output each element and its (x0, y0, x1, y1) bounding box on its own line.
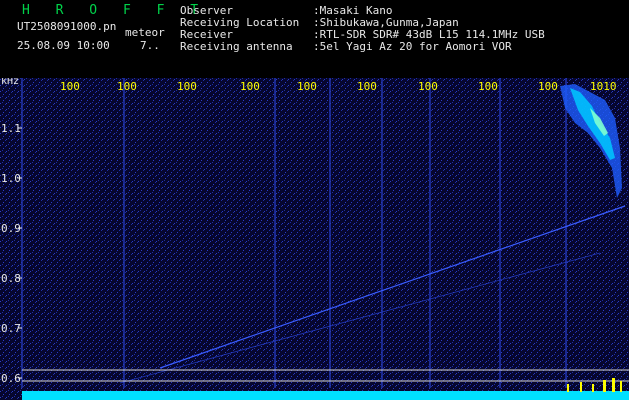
file-name: UT2508091000.pn (17, 20, 117, 33)
y-tick-label: 1.1 (1, 122, 21, 135)
y-tick-label: 0.8 (1, 272, 21, 285)
time-label: 100 (297, 80, 317, 93)
count-value: 7.. (140, 39, 160, 52)
mode-label: meteor (125, 26, 165, 39)
time-label: 100 (418, 80, 438, 93)
antenna-label: Receiving antenna (180, 40, 293, 53)
y-tick-label: 0.9 (1, 222, 21, 235)
y-tick-label: 0.7 (1, 322, 21, 335)
antenna-row: Receiving antenna :5el Yagi Az 20 for Ao… (180, 41, 545, 53)
time-label: 100 (117, 80, 137, 93)
header-panel: H R O F F T UT2508091000.pn meteor 25.08… (0, 0, 629, 78)
time-label: 100 (177, 80, 197, 93)
time-label: 100 (357, 80, 377, 93)
time-label: 1010 (590, 80, 617, 93)
antenna-value: :5el Yagi Az 20 for Aomori VOR (313, 40, 512, 53)
time-label: 100 (538, 80, 558, 93)
y-unit-label: kHz (1, 78, 19, 87)
time-label: 100 (60, 80, 80, 93)
date-time: 25.08.09 10:00 (17, 39, 110, 52)
time-label: 100 (478, 80, 498, 93)
y-tick-label: 0.6 (1, 372, 21, 385)
station-info: Observer :Masaki Kano Receiving Location… (180, 5, 545, 53)
signal-band (22, 391, 629, 400)
spectrogram: kHz 1.1 1.0 0.9 0.8 0.7 0.6 100 100 100 100 100 100 1… (0, 78, 629, 400)
time-label: 100 (240, 80, 260, 93)
y-tick-label: 1.0 (1, 172, 21, 185)
spectrogram-background (0, 78, 629, 400)
